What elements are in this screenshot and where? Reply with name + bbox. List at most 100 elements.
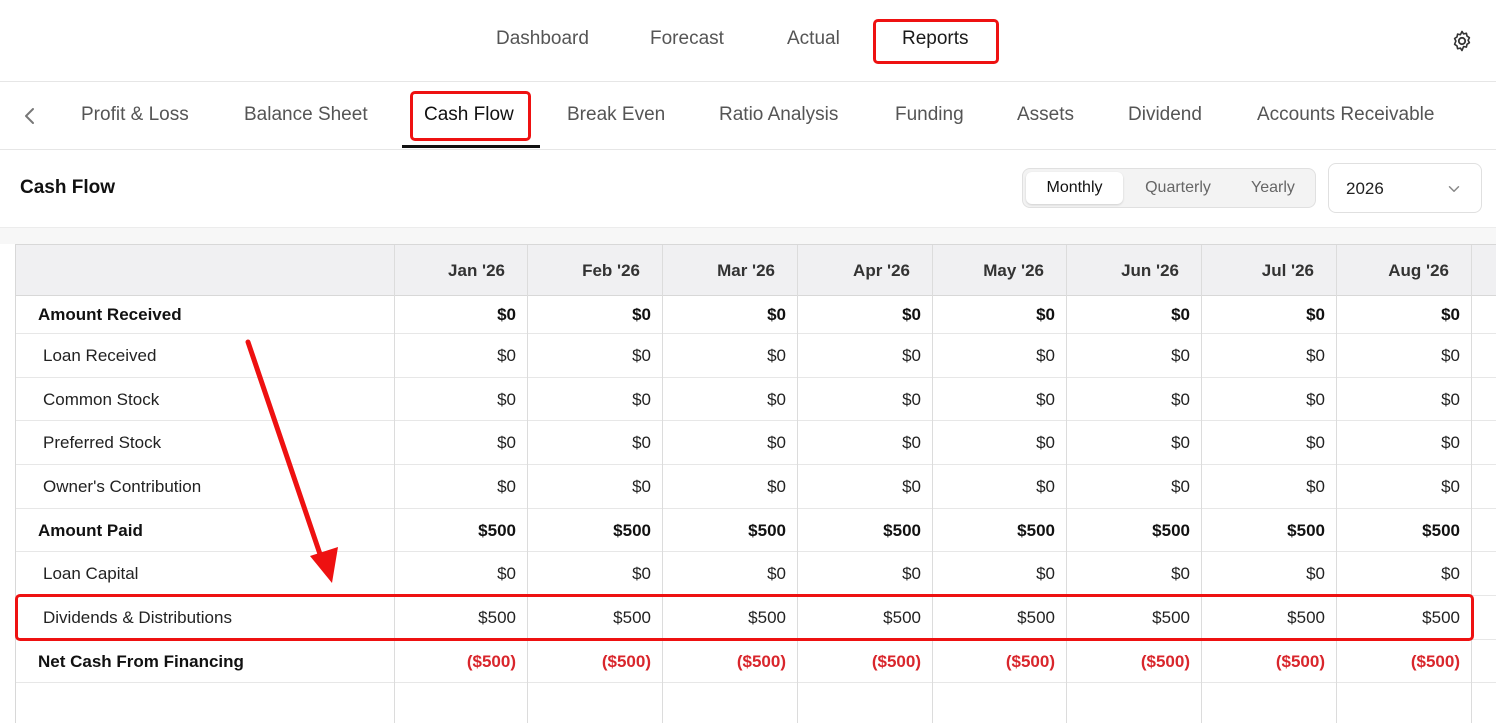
table-cell: $0 (1036, 346, 1055, 365)
chevron-down-icon (1448, 186, 1460, 192)
table-cell: $0 (632, 305, 651, 324)
column-divider (662, 245, 663, 723)
table-cell: $0 (902, 346, 921, 365)
chevron-left-icon[interactable] (18, 104, 42, 128)
row-label: Preferred Stock (43, 433, 162, 452)
table-cell: $0 (1306, 390, 1325, 409)
column-header: Jul '26 (1261, 261, 1314, 280)
table-cell: $500 (478, 608, 516, 627)
year-select-value: 2026 (1346, 179, 1384, 198)
column-header: Mar '26 (717, 261, 775, 280)
table-cell: $500 (748, 608, 786, 627)
column-divider (1336, 245, 1337, 723)
table-row: Loan Capital $0 $0 $0 $0 $0 $0 $0 $0 (16, 552, 1496, 596)
year-select[interactable]: 2026 (1328, 163, 1482, 213)
table-row: Loan Received $0 $0 $0 $0 $0 $0 $0 $0 (16, 334, 1496, 378)
table-cell: $0 (767, 346, 786, 365)
row-label: Net Cash From Financing (38, 652, 244, 671)
table-cell: $0 (632, 390, 651, 409)
table-cell: $0 (1171, 305, 1190, 324)
nav-forecast[interactable]: Forecast (650, 28, 724, 50)
column-divider (1201, 245, 1202, 723)
table-cell: $500 (613, 608, 651, 627)
table-cell: $0 (497, 433, 516, 452)
column-header: Apr '26 (853, 261, 910, 280)
section-header: Cash Flow Monthly Quarterly Yearly 2026 (0, 150, 1496, 228)
column-header: Aug '26 (1388, 261, 1449, 280)
column-divider (932, 245, 933, 723)
period-quarterly[interactable]: Quarterly (1127, 172, 1229, 204)
period-toggle: Monthly Quarterly Yearly (1022, 168, 1316, 208)
period-yearly[interactable]: Yearly (1233, 172, 1313, 204)
row-label: Dividends & Distributions (43, 608, 232, 627)
table-cell: $500 (1287, 521, 1325, 540)
table-cell: $0 (1171, 477, 1190, 496)
column-divider (797, 245, 798, 723)
table-cell: $0 (497, 564, 516, 583)
table-cell: $500 (1017, 608, 1055, 627)
tab-funding[interactable]: Funding (895, 104, 964, 126)
nav-reports[interactable]: Reports (902, 28, 969, 50)
table-cell: $500 (613, 521, 651, 540)
table-cell: $0 (1441, 477, 1460, 496)
table-cell: $500 (883, 608, 921, 627)
table-cell: $0 (632, 433, 651, 452)
column-header: Feb '26 (582, 261, 640, 280)
period-monthly[interactable]: Monthly (1026, 172, 1123, 204)
row-label: Loan Received (43, 346, 157, 365)
table-cell: ($500) (601, 652, 651, 671)
table-row: Amount Received $0 $0 $0 $0 $0 $0 $0 $0 (16, 296, 1496, 334)
table-cell: ($500) (736, 652, 786, 671)
table-cell: $0 (1441, 346, 1460, 365)
nav-actual[interactable]: Actual (787, 28, 840, 50)
top-nav: Dashboard Forecast Actual Reports (0, 0, 1496, 82)
column-divider (394, 245, 395, 723)
table-cell: $0 (497, 346, 516, 365)
table-row: Amount Paid $500 $500 $500 $500 $500 $500 $500 $… (16, 509, 1496, 552)
tab-dividend[interactable]: Dividend (1128, 104, 1202, 126)
tab-cash-flow[interactable]: Cash Flow (424, 104, 514, 126)
table-cell: $0 (1306, 305, 1325, 324)
table-cell: $500 (1287, 608, 1325, 627)
tab-break-even[interactable]: Break Even (567, 104, 665, 126)
table-row: Net Cash From Financing ($500) ($500) ($500… (16, 640, 1496, 683)
cash-flow-table: Jan '26 Feb '26 Mar '26 Apr '26 May '26 Jun '… (15, 244, 1496, 723)
tab-accounts-receivable[interactable]: Accounts Receivable (1257, 104, 1434, 126)
row-label: Amount Paid (38, 521, 143, 540)
row-label: Common Stock (43, 390, 160, 409)
table-cell: ($500) (1140, 652, 1190, 671)
table-cell: $500 (1152, 608, 1190, 627)
table-cell: $0 (632, 477, 651, 496)
tab-assets[interactable]: Assets (1017, 104, 1074, 126)
table-cell: $0 (1036, 433, 1055, 452)
table-cell: ($500) (1410, 652, 1460, 671)
table-cell: $500 (1017, 521, 1055, 540)
table-cell: $0 (902, 477, 921, 496)
nav-dashboard[interactable]: Dashboard (496, 28, 589, 50)
table-cell: $0 (767, 390, 786, 409)
table-cell: $500 (1422, 521, 1460, 540)
tab-profit-loss[interactable]: Profit & Loss (81, 104, 189, 126)
table-cell: $0 (1036, 477, 1055, 496)
table-cell: $0 (767, 564, 786, 583)
table-cell: $500 (883, 521, 921, 540)
table-cell: $0 (1036, 305, 1055, 324)
column-header: May '26 (983, 261, 1044, 280)
table-cell: $0 (1441, 433, 1460, 452)
table-cell: $0 (902, 564, 921, 583)
table-cell: $0 (1171, 390, 1190, 409)
report-tabs: Profit & Loss Balance Sheet Cash Flow Br… (0, 82, 1496, 150)
table-cell: $500 (1152, 521, 1190, 540)
gear-icon[interactable] (1450, 29, 1474, 53)
table-cell: $0 (1306, 477, 1325, 496)
tab-ratio-analysis[interactable]: Ratio Analysis (719, 104, 838, 126)
table-cell: $0 (1306, 346, 1325, 365)
table-cell: $0 (1171, 346, 1190, 365)
table-cell: ($500) (1275, 652, 1325, 671)
table-row: Dividends & Distributions $500 $500 $500 $50… (16, 596, 1496, 640)
page-title: Cash Flow (20, 177, 116, 198)
table-cell: $0 (497, 477, 516, 496)
tab-balance-sheet[interactable]: Balance Sheet (244, 104, 368, 126)
column-divider (527, 245, 528, 723)
table-row: Common Stock $0 $0 $0 $0 $0 $0 $0 $0 (16, 378, 1496, 421)
